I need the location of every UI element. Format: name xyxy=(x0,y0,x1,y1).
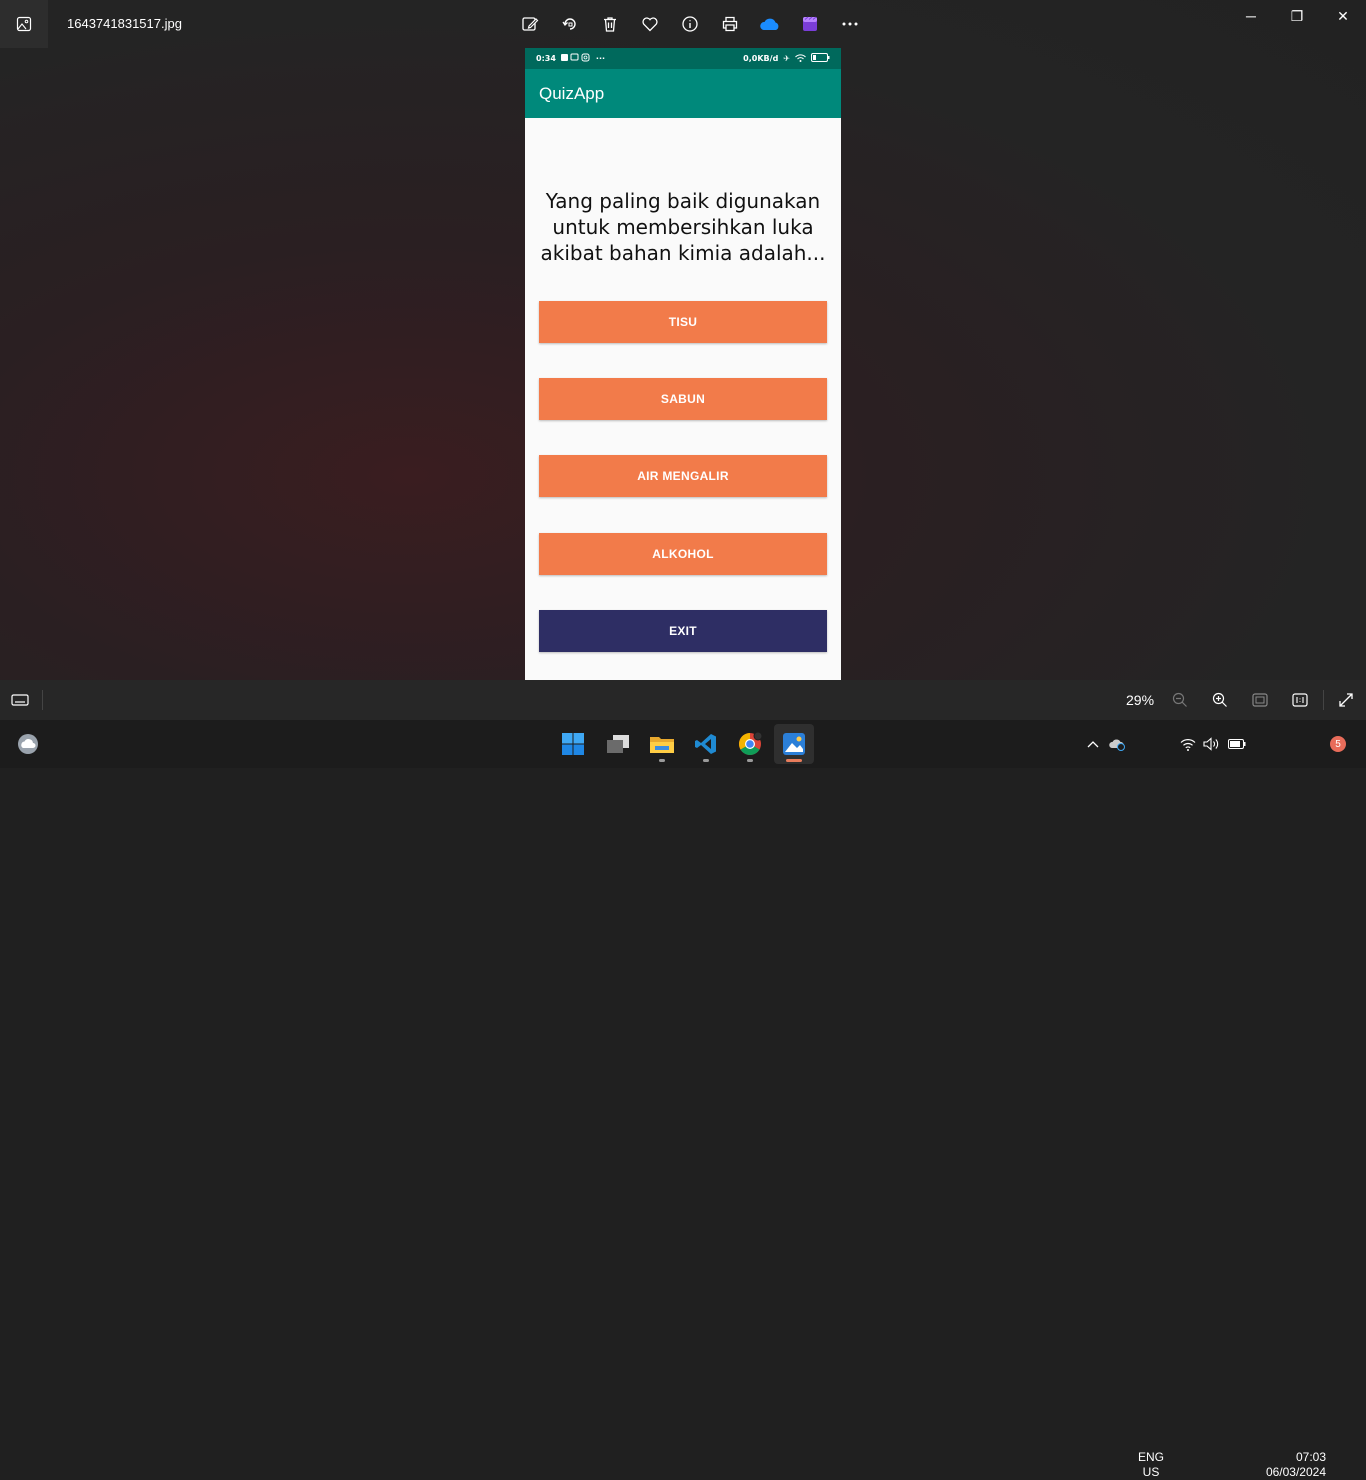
answer-button-4[interactable]: ALKOHOL xyxy=(539,533,827,575)
fit-to-window-icon[interactable] xyxy=(1248,688,1272,712)
battery-icon xyxy=(811,53,830,64)
close-button[interactable]: ✕ xyxy=(1320,0,1366,32)
running-indicator xyxy=(703,759,709,762)
info-icon[interactable] xyxy=(670,12,710,36)
vscode-icon[interactable] xyxy=(686,724,726,764)
zoom-level: 29% xyxy=(1126,692,1155,708)
zoom-out-icon[interactable] xyxy=(1168,688,1192,712)
fullscreen-icon[interactable] xyxy=(1334,688,1358,712)
weather-icon[interactable] xyxy=(8,724,48,764)
chrome-icon[interactable] xyxy=(730,724,770,764)
answer-button-1[interactable]: TISU xyxy=(539,301,827,343)
filmstrip-icon[interactable] xyxy=(8,688,32,712)
region-code: US xyxy=(1142,1465,1160,1479)
running-indicator xyxy=(659,759,665,762)
file-explorer-icon[interactable] xyxy=(642,724,682,764)
photo-viewer-canvas: 1643741831517.jpg ─ ❐ ✕ 0:34 ··· 0,0KB/d… xyxy=(0,0,1366,680)
language-indicator[interactable]: ENG US xyxy=(1136,1450,1166,1480)
question-text: Yang paling baik digunakan untuk members… xyxy=(540,189,826,265)
battery-icon[interactable] xyxy=(1226,724,1248,764)
clock-time: 07:03 xyxy=(1295,1450,1326,1464)
answer-button-3[interactable]: AIR MENGALIR xyxy=(539,455,827,497)
active-indicator xyxy=(786,759,802,762)
zoom-in-icon[interactable] xyxy=(1208,688,1232,712)
favorite-icon[interactable] xyxy=(630,12,670,36)
wifi-icon[interactable] xyxy=(1178,724,1198,764)
answer-button-2[interactable]: SABUN xyxy=(539,378,827,420)
rotate-icon[interactable] xyxy=(550,12,590,36)
viewer-bottom-bar: 29% xyxy=(0,680,1366,720)
language-code: ENG xyxy=(1137,1450,1164,1464)
status-time: 0:34 xyxy=(536,54,556,63)
title-bar: 1643741831517.jpg ─ ❐ ✕ xyxy=(0,0,1366,48)
photos-icon[interactable] xyxy=(774,724,814,764)
phone-status-bar: 0:34 ··· 0,0KB/d ✈ xyxy=(525,48,841,69)
phone-screenshot: 0:34 ··· 0,0KB/d ✈ QuizApp Yang paling b… xyxy=(525,48,841,680)
exit-button[interactable]: EXIT xyxy=(539,610,827,652)
minimize-button[interactable]: ─ xyxy=(1228,0,1274,32)
taskbar: ENG US 07:03 06/03/2024 xyxy=(0,720,1366,1479)
status-more: ··· xyxy=(595,54,606,63)
clipchamp-icon[interactable] xyxy=(790,12,830,36)
notification-badge[interactable]: 5 xyxy=(1330,736,1346,752)
divider xyxy=(1323,690,1324,710)
airplane-icon: ✈ xyxy=(783,54,790,63)
edit-image-icon[interactable] xyxy=(510,12,550,36)
volume-icon[interactable] xyxy=(1202,724,1222,764)
file-name: 1643741831517.jpg xyxy=(67,16,182,31)
wifi-icon xyxy=(795,53,806,64)
clock[interactable]: 07:03 06/03/2024 xyxy=(1256,1450,1326,1480)
actual-size-icon[interactable] xyxy=(1288,688,1312,712)
clock-date: 06/03/2024 xyxy=(1265,1465,1326,1479)
window-controls: ─ ❐ ✕ xyxy=(1228,0,1366,32)
onedrive-sync-icon[interactable] xyxy=(1106,724,1128,764)
network-speed: 0,0KB/d xyxy=(743,54,779,63)
show-hidden-icons[interactable] xyxy=(1082,724,1104,764)
viewer-toolbar xyxy=(510,12,870,36)
notification-icons xyxy=(560,53,591,64)
task-view-icon[interactable] xyxy=(598,724,638,764)
delete-icon[interactable] xyxy=(590,12,630,36)
restore-button[interactable]: ❐ xyxy=(1274,0,1320,32)
onedrive-icon[interactable] xyxy=(750,12,790,36)
app-title: QuizApp xyxy=(539,83,605,103)
print-icon[interactable] xyxy=(710,12,750,36)
divider xyxy=(42,690,43,710)
more-icon[interactable] xyxy=(830,12,870,36)
running-indicator xyxy=(747,759,753,762)
photos-app-icon[interactable] xyxy=(0,0,48,48)
start-icon[interactable] xyxy=(553,724,593,764)
app-bar: QuizApp xyxy=(525,69,841,118)
